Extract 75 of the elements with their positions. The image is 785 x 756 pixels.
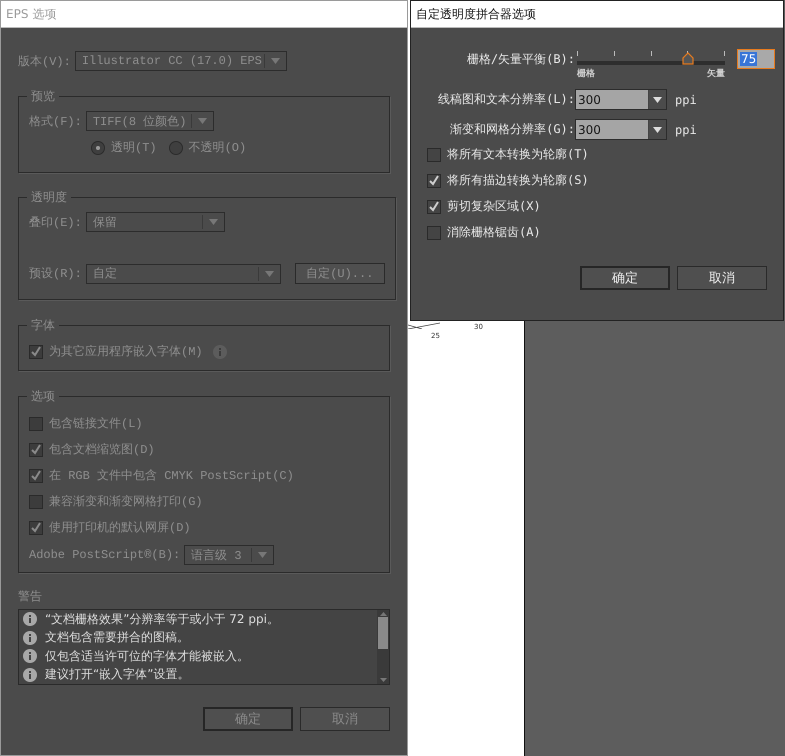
overprint-dropdown[interactable]: 保留: [86, 212, 225, 232]
slider-thumb[interactable]: [682, 52, 694, 65]
checkbox-label: 包含文档缩览图(D): [49, 442, 155, 458]
field-label: 叠印(E):: [29, 214, 82, 230]
dialog-button[interactable]: 确定: [203, 707, 293, 731]
checkbox[interactable]: [427, 226, 441, 240]
caret-icon: [653, 96, 662, 102]
radio-label: 不透明(O): [188, 140, 246, 156]
warning-text: 文档包含需要拼合的图稿。: [45, 629, 189, 646]
radio-button[interactable]: [168, 140, 183, 154]
resolution-dropdown[interactable]: 300: [575, 89, 667, 110]
checkbox[interactable]: [29, 442, 43, 456]
info-icon: [23, 630, 37, 645]
dialog-button[interactable]: 取消: [677, 266, 767, 290]
field-label: 预设(R):: [29, 266, 82, 282]
window-title: EPS 选项: [1, 1, 407, 28]
radio-button[interactable]: [91, 140, 105, 154]
group-heading: 选项: [30, 388, 56, 405]
group-heading: 预览: [30, 88, 56, 105]
field-label: 栅格/矢量平衡(B):: [466, 50, 575, 68]
checkbox[interactable]: [29, 468, 43, 482]
field-label: 版本(V):: [18, 54, 71, 70]
unit-label: ppi: [675, 122, 697, 136]
resolution-dropdown[interactable]: 300: [575, 119, 667, 140]
caret-icon: [270, 58, 280, 64]
checkbox[interactable]: [29, 494, 43, 508]
checkbox-label: 将所有文本转换为轮廓(T): [447, 146, 589, 163]
unit-label: ppi: [675, 92, 697, 106]
custom-button[interactable]: 自定(U)...: [294, 263, 385, 284]
slider-end-label: 矢量: [707, 68, 725, 80]
preset-dropdown[interactable]: 自定: [86, 264, 281, 284]
checkbox[interactable]: [29, 416, 43, 430]
postscript-dropdown[interactable]: 语言级 3: [184, 545, 274, 565]
format-dropdown[interactable]: TIFF(8 位颜色): [86, 111, 214, 131]
window-title: 自定透明度拼合器选项: [411, 1, 783, 28]
radio-label: 透明(T): [111, 140, 157, 156]
field-label: 渐变和网格分辨率(G):: [449, 121, 575, 138]
checkbox[interactable]: [29, 520, 43, 534]
warning-text: 仅包含适当许可位的字体才能被嵌入。: [45, 648, 249, 665]
caret-icon: [258, 552, 268, 558]
caret-icon: [653, 126, 662, 132]
warning-text: “文档栅格效果”分辨率等于或小于 72 ppi。: [45, 610, 279, 628]
section-heading: 警告: [18, 588, 43, 605]
checkbox[interactable]: [427, 148, 441, 162]
info-icon: [23, 612, 37, 626]
value-field[interactable]: 75: [737, 49, 775, 69]
checkbox-label: 消除栅格锯齿(A): [447, 224, 541, 241]
warning-text: 建议打开“嵌入字体”设置。: [45, 666, 190, 684]
checkbox[interactable]: [29, 344, 43, 358]
checkbox-label: 将所有描边转换为轮廓(S): [447, 172, 589, 189]
checkbox[interactable]: [427, 200, 441, 214]
checkbox-label: 包含链接文件(L): [49, 416, 143, 432]
field-label: 线稿图和文本分辨率(L):: [437, 91, 575, 108]
caret-icon: [208, 219, 218, 225]
info-icon: [212, 344, 227, 358]
checkbox-label: 在 RGB 文件中包含 CMYK PostScript(C): [49, 468, 294, 484]
version-dropdown[interactable]: Illustrator CC (17.0) EPS: [74, 51, 287, 71]
dialog-button[interactable]: 确定: [580, 266, 670, 290]
scrollbar[interactable]: [377, 610, 389, 684]
dialog-button[interactable]: 取消: [300, 707, 390, 731]
checkbox-label: 剪切复杂区域(X): [447, 198, 541, 215]
group-heading: 字体: [30, 317, 56, 334]
checkbox-label: 使用打印机的默认网屏(D): [49, 520, 191, 536]
info-icon: [23, 649, 37, 664]
checkbox-label: 为其它应用程序嵌入字体(M): [49, 344, 203, 360]
group-heading: 透明度: [30, 189, 68, 206]
field-label: 格式(F):: [29, 114, 82, 130]
caret-icon: [264, 270, 274, 276]
checkbox-label: 兼容渐变和渐变网格打印(G): [49, 494, 203, 510]
scroll-down-icon[interactable]: [380, 678, 386, 682]
info-icon: [23, 668, 37, 682]
field-label: Adobe PostScript®(B):: [29, 548, 180, 562]
caret-icon: [198, 118, 207, 124]
slider-end-label: 栅格: [577, 68, 595, 80]
checkbox[interactable]: [427, 174, 441, 188]
